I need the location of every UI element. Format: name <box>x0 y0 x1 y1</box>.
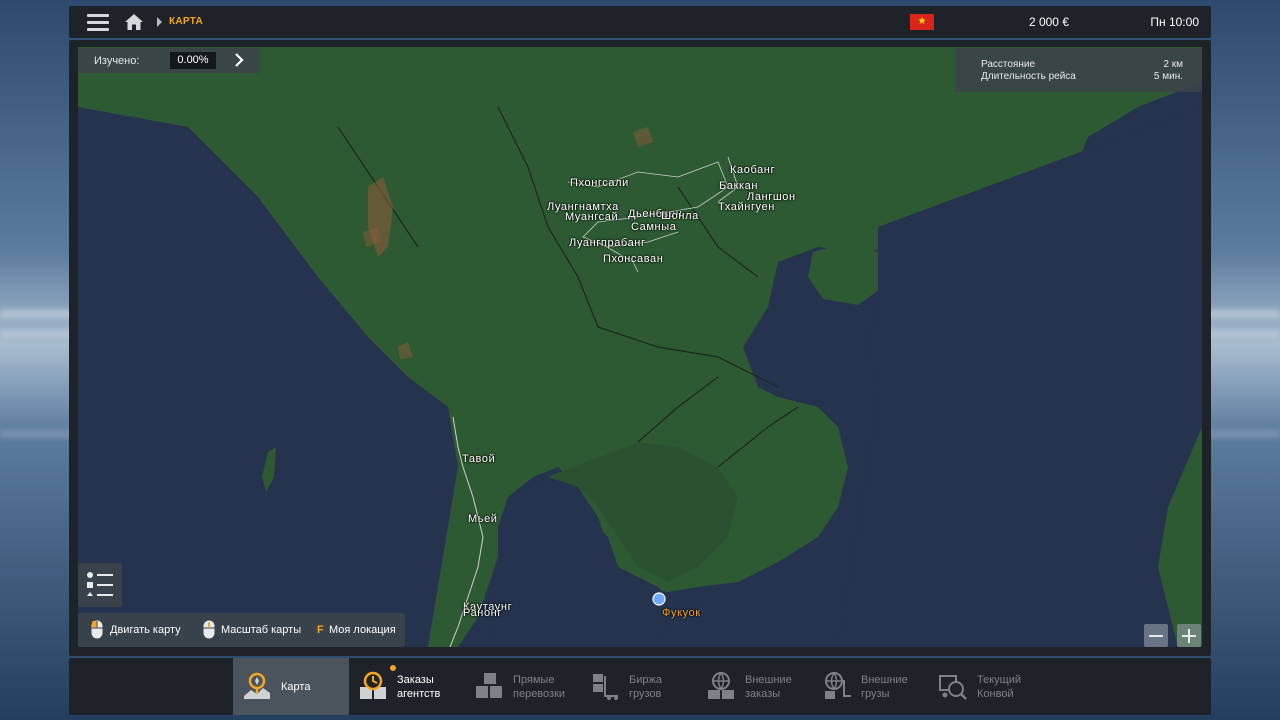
city-label: Ранонг <box>463 607 502 619</box>
home-icon[interactable] <box>124 13 144 31</box>
convoy-truck-icon <box>939 675 967 700</box>
money-balance: 2 000 € <box>1028 15 1069 29</box>
tab-external-orders[interactable]: Внешние заказы <box>697 658 813 715</box>
tab-current-convoy-label: Текущий Конвой <box>977 674 1021 700</box>
tab-current-convoy[interactable]: Текущий Конвой <box>929 658 1045 715</box>
city-label: Муангсай <box>565 211 619 223</box>
map-legend-button[interactable] <box>78 563 122 607</box>
city-label: Луангпрабанг <box>569 237 646 249</box>
breadcrumb[interactable]: КАРТА <box>169 16 203 27</box>
city-label: Тхайнгуен <box>718 201 775 213</box>
my-location-label[interactable]: Моя локация <box>329 624 396 636</box>
tab-direct-transport[interactable]: Прямые перевозки <box>465 658 581 715</box>
tab-map-label: Карта <box>281 681 311 693</box>
chevron-right-icon[interactable] <box>232 53 246 67</box>
distance-value: 2 км <box>1163 59 1183 70</box>
tab-direct-transport-label: Прямые перевозки <box>513 674 566 700</box>
top-bar: КАРТА ★ 2 000 € Пн 10:00 <box>69 6 1211 38</box>
duration-label: Длительность рейса <box>981 71 1076 82</box>
distance-label: Расстояние <box>981 59 1036 70</box>
city-label: Самныа <box>631 221 677 233</box>
globe-forklift-icon <box>825 672 851 699</box>
forklift-icon <box>593 674 618 700</box>
city-label: Пхонсаван <box>603 253 664 265</box>
globe-boxes-icon <box>708 672 734 699</box>
map-controls-hint: Двигать карту Масштаб карты F Моя локаци… <box>78 613 405 647</box>
studied-value: 0.00% <box>170 52 216 69</box>
city-label: Каобанг <box>730 164 776 176</box>
map-terrain <box>78 47 1202 647</box>
zoom-map-label: Масштаб карты <box>221 624 302 636</box>
clock-boxes-icon <box>360 671 386 699</box>
tab-map[interactable]: Карта <box>233 658 349 715</box>
city-label: Пхонгсали <box>570 177 629 189</box>
legend-icon <box>87 572 113 596</box>
trip-info-panel: Расстояние 2 км Длительность рейса 5 мин… <box>955 48 1202 92</box>
studied-label: Изучено: <box>94 55 140 67</box>
boxes-icon <box>476 673 502 698</box>
tab-agency-orders[interactable]: Заказы агентств <box>349 658 465 715</box>
mouse-wheel-icon <box>203 620 215 639</box>
vietnam-flag-icon: ★ <box>910 14 934 30</box>
studied-panel: Изучено: 0.00% <box>78 48 260 73</box>
move-map-label: Двигать карту <box>110 624 181 636</box>
map-pin-icon <box>244 672 270 699</box>
tab-external-cargo[interactable]: Внешние грузы <box>813 658 929 715</box>
mouse-left-icon <box>91 620 103 639</box>
city-label: Мьей <box>468 513 498 525</box>
menu-icon[interactable] <box>87 14 109 32</box>
city-label: Тавой <box>462 453 496 465</box>
zoom-in-button[interactable] <box>1177 624 1201 647</box>
tab-cargo-exchange[interactable]: Биржа грузов <box>581 658 697 715</box>
tab-agency-orders-label: Заказы агентств <box>397 674 441 700</box>
game-clock: Пн 10:00 <box>1150 15 1199 29</box>
tab-external-orders-label: Внешние заказы <box>745 674 792 700</box>
key-f-hint: F <box>317 624 324 636</box>
duration-value: 5 мин. <box>1153 71 1183 82</box>
world-map[interactable]: Каобанг Баккан Лангшон Тхайнгуен Пхонгса… <box>78 47 1202 647</box>
city-label-current: Фукуок <box>662 607 701 619</box>
tab-external-cargo-label: Внешние грузы <box>861 674 908 700</box>
zoom-out-button[interactable] <box>1144 624 1168 647</box>
breadcrumb-arrow-icon <box>157 17 162 27</box>
notification-dot <box>390 665 396 671</box>
tab-cargo-exchange-label: Биржа грузов <box>629 674 662 700</box>
